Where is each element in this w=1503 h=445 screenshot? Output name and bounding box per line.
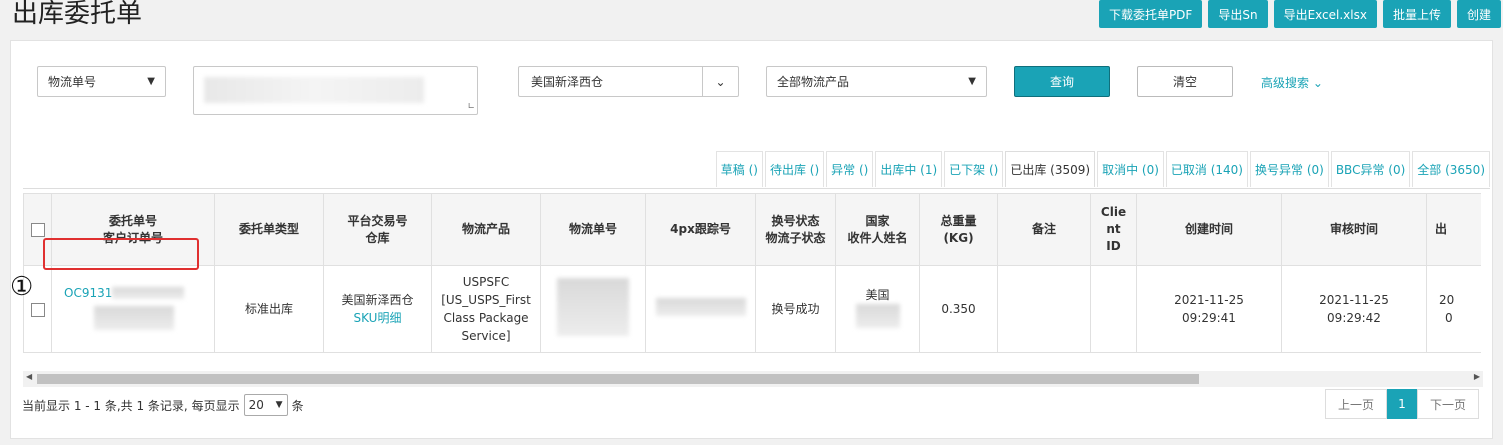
prev-page-button[interactable]: 上一页 <box>1325 389 1387 419</box>
col-product: 物流产品 <box>431 193 541 266</box>
redacted-logistics-no <box>557 277 629 336</box>
country-cell: 美国 <box>835 265 920 353</box>
pager: 上一页 1 下一页 <box>1325 389 1479 419</box>
tab-shipped[interactable]: 已出库 (3509) <box>1005 151 1096 187</box>
status-tabs: 草稿 () 待出库 () 异常 () 出库中 (1) 已下架 () 已出库 (3… <box>714 151 1490 187</box>
tab-cancelling[interactable]: 取消中 (0) <box>1097 151 1164 187</box>
resize-handle-icon[interactable]: ∟ <box>467 102 475 112</box>
redacted-order <box>112 287 185 299</box>
highlight-box <box>43 238 199 270</box>
tab-unshelved[interactable]: 已下架 () <box>944 151 1004 187</box>
col-platform-warehouse: 平台交易号 仓库 <box>323 193 432 266</box>
summary-text: 当前显示 1 - 1 条,共 1 条记录, 每页显示 <box>22 398 240 413</box>
tab-cancelled[interactable]: 已取消 (140) <box>1165 151 1248 187</box>
page-title: 出库委托单 <box>12 0 143 29</box>
scroll-left-icon[interactable]: ◀ <box>26 372 32 381</box>
search-type-value: 物流单号 <box>48 75 97 89</box>
client-id-cell <box>1090 265 1137 353</box>
col-weight: 总重量 (KG) <box>919 193 998 266</box>
page-size-value: 20 <box>248 398 264 412</box>
pagination-summary: 当前显示 1 - 1 条,共 1 条记录, 每页显示 20 ▼ 条 <box>22 394 304 416</box>
redacted-text <box>204 77 424 103</box>
col-out: 出 <box>1426 193 1481 266</box>
tabs-divider <box>23 188 1490 189</box>
chevron-down-icon: ▼ <box>147 76 155 87</box>
redacted-customer-order <box>94 305 174 330</box>
summary-suffix: 条 <box>291 398 304 413</box>
chevron-down-icon: ⌄ <box>1312 76 1323 90</box>
tab-draft[interactable]: 草稿 () <box>715 151 763 187</box>
toolbar: 下载委托单PDF 导出Sn 导出Excel.xlsx 批量上传 创建 <box>1098 0 1501 28</box>
product-cell: USPSFC [US_USPS_First Class Package Serv… <box>431 265 541 353</box>
search-type-select[interactable]: 物流单号 ▼ <box>37 66 166 97</box>
select-all-checkbox[interactable] <box>30 222 45 237</box>
col-type: 委托单类型 <box>214 193 324 266</box>
product-value: 全部物流产品 <box>777 75 850 89</box>
page-size-select[interactable]: 20 ▼ <box>243 394 288 416</box>
type-cell: 标准出库 <box>214 265 324 353</box>
sku-detail-link[interactable]: SKU明细 <box>354 311 402 325</box>
warehouse-select[interactable]: 美国新泽西仓 ⌄ <box>518 66 739 97</box>
create-button[interactable]: 创建 <box>1456 0 1501 28</box>
weight-cell: 0.350 <box>919 265 998 353</box>
product-select[interactable]: 全部物流产品 ▼ <box>766 66 987 97</box>
scroll-right-icon[interactable]: ▶ <box>1474 372 1480 381</box>
download-pdf-button[interactable]: 下载委托单PDF <box>1098 0 1203 28</box>
chevron-down-icon: ▼ <box>275 400 283 410</box>
current-page-button[interactable]: 1 <box>1387 389 1417 419</box>
warehouse-value: 美国新泽西仓 <box>531 75 604 89</box>
next-page-button[interactable]: 下一页 <box>1417 389 1479 419</box>
order-no-cell: OC9131 <box>51 265 215 353</box>
tab-swap-exception[interactable]: 换号异常 (0) <box>1250 151 1329 187</box>
tab-pending[interactable]: 待出库 () <box>764 151 825 187</box>
col-remark: 备注 <box>997 193 1091 266</box>
col-4px-tracking: 4px跟踪号 <box>645 193 756 266</box>
col-swap-status: 换号状态 物流子状态 <box>755 193 836 266</box>
chevron-down-icon: ▼ <box>968 76 976 87</box>
query-button[interactable]: 查询 <box>1014 66 1110 97</box>
tab-all[interactable]: 全部 (3650) <box>1412 151 1490 187</box>
redacted-recipient <box>855 303 900 328</box>
country-text: 美国 <box>865 287 890 302</box>
warehouse-text: 美国新泽西仓 <box>341 293 414 307</box>
main-panel: 物流单号 ▼ ∟ 美国新泽西仓 ⌄ 全部物流产品 ▼ 查询 清空 高级搜索 ⌄ … <box>10 40 1493 439</box>
col-created: 创建时间 <box>1136 193 1282 266</box>
tab-bbc-exception[interactable]: BBC异常 (0) <box>1330 151 1411 187</box>
export-excel-button[interactable]: 导出Excel.xlsx <box>1273 0 1377 28</box>
export-sn-button[interactable]: 导出Sn <box>1208 0 1268 28</box>
batch-upload-button[interactable]: 批量上传 <box>1382 0 1451 28</box>
tab-exception[interactable]: 异常 () <box>826 151 874 187</box>
row-checkbox[interactable] <box>30 302 45 317</box>
col-country: 国家 收件人姓名 <box>835 193 920 266</box>
tab-outbounding[interactable]: 出库中 (1) <box>875 151 943 187</box>
search-textarea[interactable]: ∟ <box>193 66 478 115</box>
tracking-cell <box>645 265 756 353</box>
table-row[interactable]: OC9131 标准出库 美国新泽西仓 SKU明细 USPSFC [US_USPS… <box>23 265 1481 353</box>
audited-cell: 2021-11-25 09:29:42 <box>1281 265 1427 353</box>
advanced-search-label: 高级搜索 <box>1261 76 1310 90</box>
scrollbar-thumb[interactable] <box>37 374 1199 384</box>
col-logistics-no: 物流单号 <box>540 193 646 266</box>
chevron-down-icon[interactable]: ⌄ <box>702 67 738 96</box>
step-marker: ① <box>10 272 34 302</box>
out-cell: 20 0 <box>1426 265 1481 353</box>
order-no-link[interactable]: OC9131 <box>64 286 112 300</box>
col-audited: 审核时间 <box>1281 193 1427 266</box>
clear-button[interactable]: 清空 <box>1137 66 1233 97</box>
table-header-row: 委托单号 客户订单号 委托单类型 平台交易号 仓库 物流产品 物流单号 4px跟踪号… <box>23 193 1481 266</box>
redacted-tracking <box>655 297 746 316</box>
created-cell: 2021-11-25 09:29:41 <box>1136 265 1282 353</box>
remark-cell <box>997 265 1091 353</box>
advanced-search-link[interactable]: 高级搜索 ⌄ <box>1261 74 1323 91</box>
horizontal-scrollbar[interactable]: ◀ ▶ <box>23 371 1483 387</box>
orders-table: 委托单号 客户订单号 委托单类型 平台交易号 仓库 物流产品 物流单号 4px跟踪号… <box>23 193 1481 353</box>
col-client-id: Clie nt ID <box>1090 193 1137 266</box>
warehouse-cell: 美国新泽西仓 SKU明细 <box>323 265 432 353</box>
logistics-no-cell <box>540 265 646 353</box>
swap-status-cell: 换号成功 <box>755 265 836 353</box>
